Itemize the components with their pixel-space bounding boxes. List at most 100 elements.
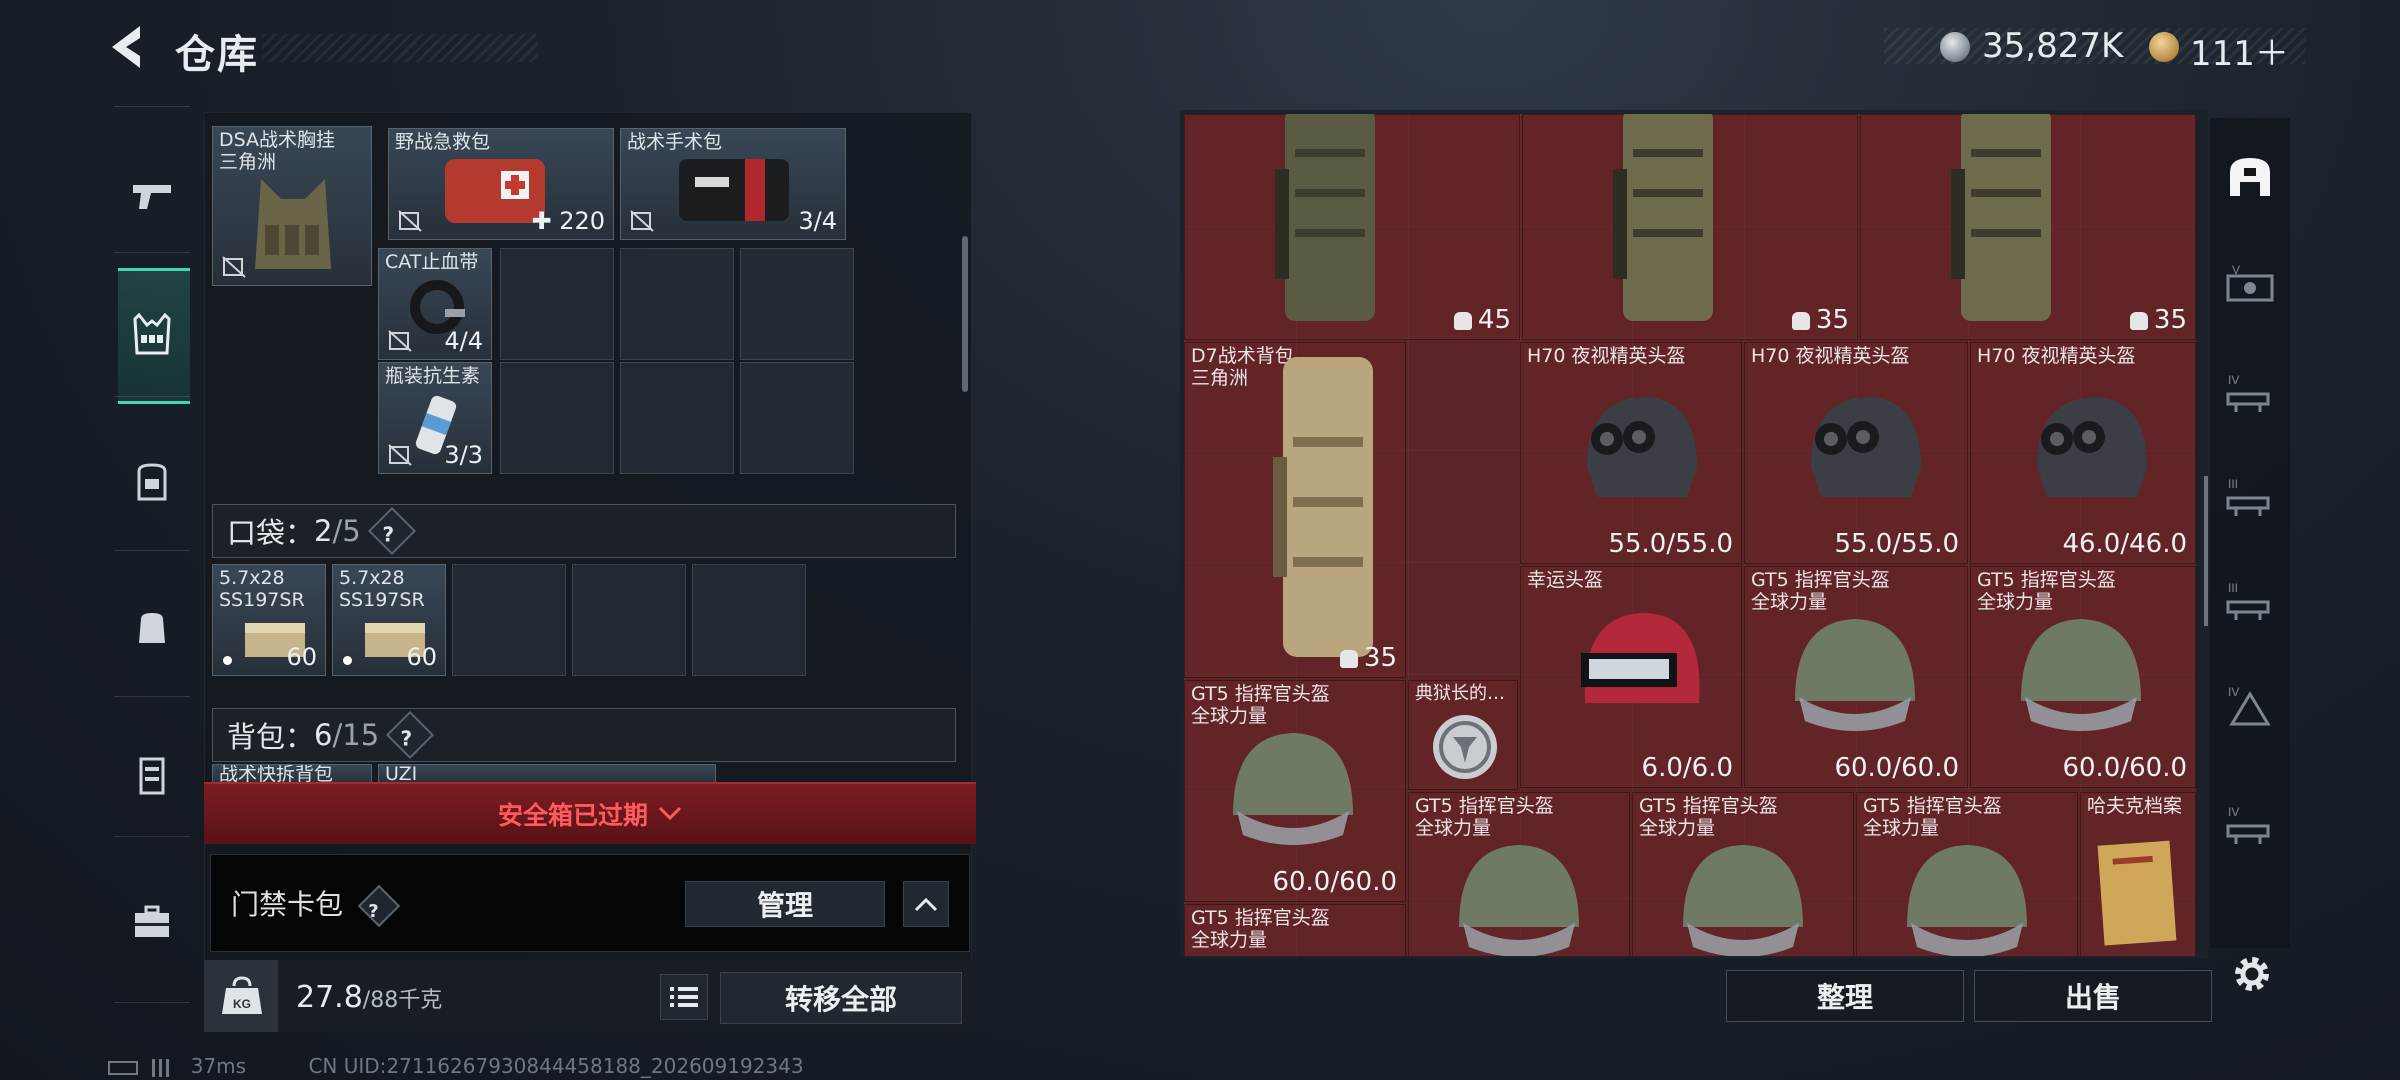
empty-slot[interactable] — [620, 362, 734, 474]
nav-toolbox[interactable] — [106, 872, 198, 972]
empty-slot[interactable] — [500, 362, 614, 474]
vest-icon — [133, 312, 171, 355]
stash-item-helmet[interactable]: H70 夜视精英头盔 46.0/46.0 — [1970, 342, 2196, 564]
backpack-slot-peek[interactable]: 战术快拆背包 — [212, 764, 372, 784]
vest-item-surgical[interactable]: 战术手术包 3/4 — [620, 128, 846, 240]
pockets-header: 口袋： 2/5 ? — [212, 504, 956, 558]
nav-vest[interactable] — [106, 284, 198, 384]
backpack-icon — [137, 463, 167, 501]
durability: 46.0/46.0 — [2062, 529, 2187, 559]
stash-tab-2[interactable]: IV — [2210, 346, 2290, 442]
loadout-scrollbar[interactable] — [962, 236, 968, 392]
collapse-button[interactable] — [903, 881, 949, 927]
durability: 55.0/55.0 — [1608, 529, 1733, 559]
nav-container[interactable] — [106, 726, 198, 826]
pouch-icon — [139, 613, 165, 643]
empty-slot[interactable] — [572, 564, 686, 676]
pocket-item-ammo[interactable]: 5.7x28 SS197SR 60 — [212, 564, 326, 676]
item-count: 35 — [2129, 305, 2187, 335]
empty-slot[interactable] — [500, 248, 614, 360]
left-category-nav — [106, 106, 198, 1006]
safebox-expired-banner[interactable]: 安全箱已过期 — [204, 782, 976, 844]
currency-gold-amount[interactable]: 111＋ — [2190, 26, 2289, 75]
stash-tab-home[interactable] — [2210, 128, 2290, 224]
stash-item-gt5-helmet[interactable]: GT5 指挥官头盔 全球力量 — [1632, 792, 1854, 956]
empty-slot[interactable] — [692, 564, 806, 676]
svg-text:V: V — [2232, 263, 2240, 277]
nav-weapons[interactable] — [106, 146, 198, 246]
weight-readout: 27.8/88千克 — [296, 980, 443, 1015]
keycard-pack: 门禁卡包 ? 管理 — [210, 854, 970, 952]
help-button[interactable]: ? — [367, 506, 416, 556]
help-button[interactable]: ? — [386, 710, 435, 760]
red-helmet-image — [1581, 613, 1700, 703]
stash-item-d7-backpack[interactable]: D7战术背包 三角洲 35 — [1184, 342, 1406, 678]
nv-helmet-image — [1811, 397, 1921, 497]
stash-item-gt5-helmet[interactable]: GT5 指挥官头盔 全球力量 — [1184, 904, 1406, 956]
durability: 6.0/6.0 — [1641, 753, 1733, 783]
unsearched-icon — [388, 444, 412, 466]
stash-scrollbar[interactable] — [2204, 476, 2208, 626]
stash-item-gt5-helmet[interactable]: GT5 指挥官头盔 全球力量 — [1408, 792, 1630, 956]
manage-button[interactable]: 管理 — [685, 881, 885, 927]
stash-item-gt5-helmet[interactable]: GT5 指挥官头盔 全球力量 60.0/60.0 — [1970, 566, 2196, 788]
stash-item-backpack[interactable]: 45 — [1184, 114, 1520, 340]
stash-item-backpack[interactable]: 35 — [1522, 114, 1858, 340]
back-button[interactable] — [104, 22, 152, 72]
section-count: 6 — [314, 718, 333, 752]
stash-tab-1[interactable]: V — [2210, 238, 2290, 334]
empty-slot[interactable] — [620, 248, 734, 360]
item-count: 35 — [1339, 643, 1397, 673]
stash-item-helmet[interactable]: H70 夜视精英头盔 55.0/55.0 — [1520, 342, 1742, 564]
item-name: 幸运头盔 — [1527, 569, 1604, 591]
silver-coin-icon — [1940, 32, 1970, 62]
stash-tab-5[interactable]: IV — [2210, 658, 2290, 754]
sell-button[interactable]: 出售 — [1974, 970, 2212, 1022]
stash-item-helmet[interactable]: H70 夜视精英头盔 55.0/55.0 — [1744, 342, 1968, 564]
empty-slot[interactable] — [740, 362, 854, 474]
vest-item-antibiotic[interactable]: 瓶装抗生素 3/3 — [378, 362, 492, 474]
item-name: 5.7x28 SS197SR — [339, 567, 425, 611]
empty-slot[interactable] — [452, 564, 566, 676]
stash-item-gt5-helmet[interactable]: GT5 指挥官头盔 全球力量 60.0/60.0 — [1184, 680, 1406, 902]
stash-item-lucky-helmet[interactable]: 幸运头盔 6.0/6.0 — [1520, 566, 1742, 788]
nv-helmet-image — [2037, 397, 2147, 497]
stash-tab-4[interactable]: III — [2210, 554, 2290, 650]
safebox-status: 安全箱已过期 — [497, 801, 648, 830]
stash-item-haavk-file[interactable]: 哈夫克档案 — [2080, 792, 2196, 956]
empty-slot[interactable] — [740, 248, 854, 360]
stash-tab-3[interactable]: III — [2210, 450, 2290, 546]
chevron-up-icon — [914, 897, 938, 912]
item-name: UZI — [385, 764, 418, 784]
list-view-button[interactable] — [660, 974, 708, 1020]
item-count: 4/4 — [444, 327, 483, 355]
gt5-helmet-image — [1795, 619, 1915, 731]
surgical-kit-image — [679, 159, 789, 221]
gt5-helmet-image — [1233, 733, 1353, 845]
pocket-item-ammo[interactable]: 5.7x28 SS197SR 60 — [332, 564, 446, 676]
bag-icon — [1339, 649, 1358, 668]
backpack-item-peek[interactable]: UZI — [378, 764, 716, 784]
sort-button[interactable]: 整理 — [1726, 970, 1964, 1022]
settings-gear-icon[interactable] — [2230, 952, 2274, 996]
vest-item-firstaid[interactable]: 野战急救包 ✚ 220 — [388, 128, 614, 240]
nav-backpack[interactable] — [106, 432, 198, 532]
item-count: ✚ 220 — [531, 207, 605, 235]
stash-item-gt5-helmet[interactable]: GT5 指挥官头盔 全球力量 — [1856, 792, 2078, 956]
item-name: DSA战术胸挂 三角洲 — [219, 129, 336, 173]
battery-icon — [108, 1060, 138, 1075]
item-name: 战术手术包 — [627, 131, 723, 153]
signal-icon — [152, 1058, 177, 1077]
vest-item-tourniquet[interactable]: CAT止血带 4/4 — [378, 248, 492, 360]
svg-text:III: III — [2228, 581, 2238, 595]
item-name: GT5 指挥官头盔 全球力量 — [1191, 907, 1330, 951]
vest-slot-item[interactable]: DSA战术胸挂 三角洲 — [212, 126, 372, 286]
nav-pouch[interactable] — [106, 578, 198, 678]
stash-item-warden-token[interactable]: 典狱长的… — [1408, 680, 1518, 790]
stash-item-gt5-helmet[interactable]: GT5 指挥官头盔 全球力量 60.0/60.0 — [1744, 566, 1968, 788]
help-button[interactable]: ? — [357, 884, 401, 928]
item-name: CAT止血带 — [385, 251, 479, 273]
stash-tab-6[interactable]: IV — [2210, 778, 2290, 874]
transfer-all-button[interactable]: 转移全部 — [720, 972, 962, 1024]
stash-item-backpack[interactable]: 35 — [1860, 114, 2196, 340]
